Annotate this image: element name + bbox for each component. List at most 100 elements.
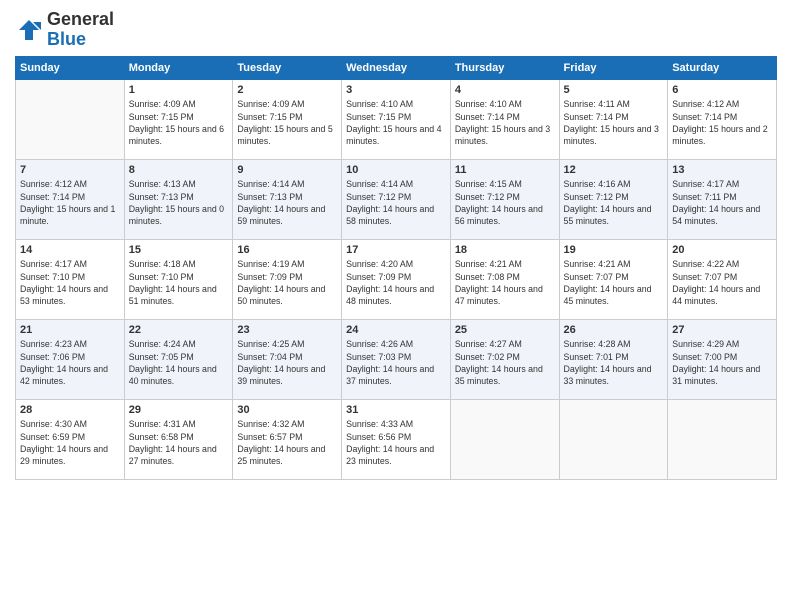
calendar-cell: 4Sunrise: 4:10 AMSunset: 7:14 PMDaylight… — [450, 79, 559, 159]
day-number: 4 — [455, 83, 555, 98]
logo: GeneralBlue — [15, 10, 114, 50]
day-info: Sunrise: 4:30 AMSunset: 6:59 PMDaylight:… — [20, 418, 120, 467]
calendar-cell: 28Sunrise: 4:30 AMSunset: 6:59 PMDayligh… — [16, 399, 125, 479]
calendar-cell: 7Sunrise: 4:12 AMSunset: 7:14 PMDaylight… — [16, 159, 125, 239]
day-number: 17 — [346, 243, 446, 258]
calendar-week-row: 28Sunrise: 4:30 AMSunset: 6:59 PMDayligh… — [16, 399, 777, 479]
day-info: Sunrise: 4:23 AMSunset: 7:06 PMDaylight:… — [20, 338, 120, 387]
calendar-cell: 20Sunrise: 4:22 AMSunset: 7:07 PMDayligh… — [668, 239, 777, 319]
calendar-cell: 25Sunrise: 4:27 AMSunset: 7:02 PMDayligh… — [450, 319, 559, 399]
calendar-cell — [668, 399, 777, 479]
day-number: 1 — [129, 83, 229, 98]
day-info: Sunrise: 4:10 AMSunset: 7:14 PMDaylight:… — [455, 98, 555, 147]
weekday-header-row: SundayMondayTuesdayWednesdayThursdayFrid… — [16, 56, 777, 79]
day-info: Sunrise: 4:33 AMSunset: 6:56 PMDaylight:… — [346, 418, 446, 467]
day-info: Sunrise: 4:28 AMSunset: 7:01 PMDaylight:… — [564, 338, 664, 387]
calendar-cell: 13Sunrise: 4:17 AMSunset: 7:11 PMDayligh… — [668, 159, 777, 239]
day-info: Sunrise: 4:31 AMSunset: 6:58 PMDaylight:… — [129, 418, 229, 467]
calendar-cell: 14Sunrise: 4:17 AMSunset: 7:10 PMDayligh… — [16, 239, 125, 319]
calendar-cell: 8Sunrise: 4:13 AMSunset: 7:13 PMDaylight… — [124, 159, 233, 239]
day-info: Sunrise: 4:09 AMSunset: 7:15 PMDaylight:… — [237, 98, 337, 147]
calendar-cell: 5Sunrise: 4:11 AMSunset: 7:14 PMDaylight… — [559, 79, 668, 159]
day-info: Sunrise: 4:12 AMSunset: 7:14 PMDaylight:… — [672, 98, 772, 147]
weekday-header-wednesday: Wednesday — [342, 56, 451, 79]
day-number: 11 — [455, 163, 555, 178]
day-info: Sunrise: 4:21 AMSunset: 7:08 PMDaylight:… — [455, 258, 555, 307]
day-number: 18 — [455, 243, 555, 258]
day-number: 16 — [237, 243, 337, 258]
day-info: Sunrise: 4:16 AMSunset: 7:12 PMDaylight:… — [564, 178, 664, 227]
day-info: Sunrise: 4:25 AMSunset: 7:04 PMDaylight:… — [237, 338, 337, 387]
day-number: 23 — [237, 323, 337, 338]
logo-icon — [15, 16, 43, 44]
day-number: 12 — [564, 163, 664, 178]
calendar-week-row: 21Sunrise: 4:23 AMSunset: 7:06 PMDayligh… — [16, 319, 777, 399]
calendar-cell: 10Sunrise: 4:14 AMSunset: 7:12 PMDayligh… — [342, 159, 451, 239]
calendar-cell: 12Sunrise: 4:16 AMSunset: 7:12 PMDayligh… — [559, 159, 668, 239]
calendar-cell: 30Sunrise: 4:32 AMSunset: 6:57 PMDayligh… — [233, 399, 342, 479]
day-info: Sunrise: 4:15 AMSunset: 7:12 PMDaylight:… — [455, 178, 555, 227]
day-info: Sunrise: 4:13 AMSunset: 7:13 PMDaylight:… — [129, 178, 229, 227]
day-number: 13 — [672, 163, 772, 178]
calendar-week-row: 7Sunrise: 4:12 AMSunset: 7:14 PMDaylight… — [16, 159, 777, 239]
day-info: Sunrise: 4:24 AMSunset: 7:05 PMDaylight:… — [129, 338, 229, 387]
logo-text: GeneralBlue — [47, 10, 114, 50]
calendar-cell: 11Sunrise: 4:15 AMSunset: 7:12 PMDayligh… — [450, 159, 559, 239]
day-number: 15 — [129, 243, 229, 258]
weekday-header-friday: Friday — [559, 56, 668, 79]
day-info: Sunrise: 4:26 AMSunset: 7:03 PMDaylight:… — [346, 338, 446, 387]
calendar-cell: 15Sunrise: 4:18 AMSunset: 7:10 PMDayligh… — [124, 239, 233, 319]
day-info: Sunrise: 4:19 AMSunset: 7:09 PMDaylight:… — [237, 258, 337, 307]
weekday-header-thursday: Thursday — [450, 56, 559, 79]
calendar-cell: 22Sunrise: 4:24 AMSunset: 7:05 PMDayligh… — [124, 319, 233, 399]
day-info: Sunrise: 4:21 AMSunset: 7:07 PMDaylight:… — [564, 258, 664, 307]
calendar-table: SundayMondayTuesdayWednesdayThursdayFrid… — [15, 56, 777, 480]
calendar-week-row: 1 Sunrise: 4:09 AMSunset: 7:15 PMDaylight… — [16, 79, 777, 159]
day-number: 8 — [129, 163, 229, 178]
calendar-cell — [559, 399, 668, 479]
calendar-week-row: 14Sunrise: 4:17 AMSunset: 7:10 PMDayligh… — [16, 239, 777, 319]
calendar-cell: 21Sunrise: 4:23 AMSunset: 7:06 PMDayligh… — [16, 319, 125, 399]
day-info: Sunrise: 4:10 AMSunset: 7:15 PMDaylight:… — [346, 98, 446, 147]
day-info: Sunrise: 4:20 AMSunset: 7:09 PMDaylight:… — [346, 258, 446, 307]
day-number: 2 — [237, 83, 337, 98]
day-number: 26 — [564, 323, 664, 338]
day-number: 28 — [20, 403, 120, 418]
calendar-cell: 3Sunrise: 4:10 AMSunset: 7:15 PMDaylight… — [342, 79, 451, 159]
day-number: 31 — [346, 403, 446, 418]
day-info: Sunrise: 4:27 AMSunset: 7:02 PMDaylight:… — [455, 338, 555, 387]
day-number: 21 — [20, 323, 120, 338]
day-number: 25 — [455, 323, 555, 338]
day-number: 20 — [672, 243, 772, 258]
day-number: 24 — [346, 323, 446, 338]
day-number: 6 — [672, 83, 772, 98]
day-info: Sunrise: 4:17 AMSunset: 7:11 PMDaylight:… — [672, 178, 772, 227]
day-number: 3 — [346, 83, 446, 98]
calendar-cell: 6Sunrise: 4:12 AMSunset: 7:14 PMDaylight… — [668, 79, 777, 159]
weekday-header-sunday: Sunday — [16, 56, 125, 79]
day-info: Sunrise: 4:11 AMSunset: 7:14 PMDaylight:… — [564, 98, 664, 147]
weekday-header-tuesday: Tuesday — [233, 56, 342, 79]
day-info: Sunrise: 4:22 AMSunset: 7:07 PMDaylight:… — [672, 258, 772, 307]
header: GeneralBlue — [15, 10, 777, 50]
calendar-cell: 17Sunrise: 4:20 AMSunset: 7:09 PMDayligh… — [342, 239, 451, 319]
calendar-cell: 9Sunrise: 4:14 AMSunset: 7:13 PMDaylight… — [233, 159, 342, 239]
day-number: 27 — [672, 323, 772, 338]
day-info: Sunrise: 4:14 AMSunset: 7:13 PMDaylight:… — [237, 178, 337, 227]
weekday-header-monday: Monday — [124, 56, 233, 79]
day-number: 29 — [129, 403, 229, 418]
calendar-cell: 16Sunrise: 4:19 AMSunset: 7:09 PMDayligh… — [233, 239, 342, 319]
calendar-cell: 24Sunrise: 4:26 AMSunset: 7:03 PMDayligh… — [342, 319, 451, 399]
day-number: 9 — [237, 163, 337, 178]
day-number: 22 — [129, 323, 229, 338]
page: GeneralBlue SundayMondayTuesdayWednesday… — [0, 0, 792, 612]
calendar-cell: 19Sunrise: 4:21 AMSunset: 7:07 PMDayligh… — [559, 239, 668, 319]
day-info: Sunrise: 4:17 AMSunset: 7:10 PMDaylight:… — [20, 258, 120, 307]
calendar-cell: 2Sunrise: 4:09 AMSunset: 7:15 PMDaylight… — [233, 79, 342, 159]
calendar-cell — [16, 79, 125, 159]
day-number: 5 — [564, 83, 664, 98]
day-info: Sunrise: 4:18 AMSunset: 7:10 PMDaylight:… — [129, 258, 229, 307]
day-info: Sunrise: 4:14 AMSunset: 7:12 PMDaylight:… — [346, 178, 446, 227]
day-number: 10 — [346, 163, 446, 178]
weekday-header-saturday: Saturday — [668, 56, 777, 79]
